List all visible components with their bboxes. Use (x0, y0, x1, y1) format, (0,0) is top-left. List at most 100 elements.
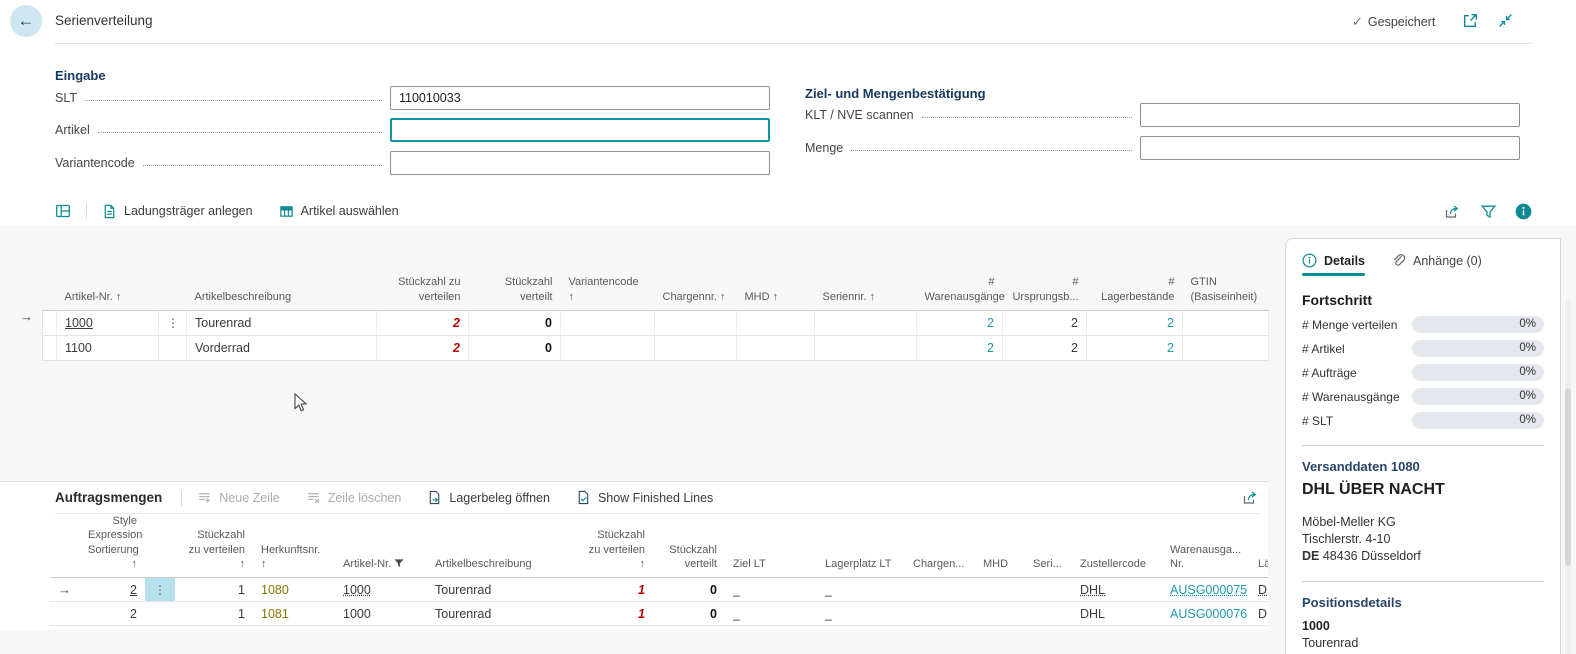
positionsdetails-heading: Positionsdetails (1302, 595, 1544, 610)
main-table-header-row: Artikel-Nr. ↑ Artikelbeschreibung Stückz… (43, 234, 1269, 311)
col-seriennr[interactable]: Seriennr. ↑ (815, 234, 917, 311)
zeile-loeschen-button[interactable]: Zeile löschen (306, 490, 402, 505)
dotted-leader (98, 132, 382, 133)
row-menu-icon[interactable]: ⋮ (167, 316, 179, 330)
table-row[interactable]: 1000 ⋮ Tourenrad 2 0 2 2 2 (43, 311, 1269, 336)
variantencode-input[interactable] (390, 151, 770, 175)
col-stueckzahl-zu-verteilen[interactable]: Stückzahl zu verteilen (377, 234, 469, 311)
warenausgang-nr-link[interactable]: AUSG000075 (1170, 583, 1247, 597)
slt-label: SLT (55, 91, 77, 105)
warenausgaenge-link[interactable]: 2 (987, 341, 994, 355)
verteilt-value: 0 (710, 607, 717, 621)
dotted-leader (922, 117, 1132, 118)
open-in-new-window-icon[interactable] (1462, 12, 1479, 29)
progress-bar: 0% (1412, 412, 1544, 429)
progress-list: # Menge verteilen 0% # Artikel 0% # Auft… (1302, 316, 1544, 429)
col-mhd[interactable]: MHD (975, 514, 1025, 578)
back-button[interactable]: ← (10, 5, 42, 37)
col-stueckzahl-zu-verteilen[interactable]: Stückzahl zu verteilen ↑ (577, 514, 653, 578)
col-chargen[interactable]: Chargen... (905, 514, 975, 578)
row-delete-icon (306, 490, 321, 505)
col-mhd[interactable]: MHD ↑ (737, 234, 815, 311)
filter-icon[interactable] (1480, 203, 1497, 220)
open-document-icon (427, 490, 442, 505)
artikel-label: Artikel (55, 123, 90, 137)
col-style-expression-sortierung[interactable]: Style Expression Sortierung ↑ (80, 514, 145, 578)
col-lagerplatz-lt[interactable]: Lagerplatz LT (817, 514, 905, 578)
col-stueckzahl-verteilt[interactable]: Stückzahl verteilt (469, 234, 561, 311)
mouse-cursor (294, 393, 308, 413)
variantencode-label: Variantencode (55, 156, 135, 170)
board-layout-icon[interactable] (55, 203, 71, 219)
col-gtin[interactable]: GTIN (Basiseinheit) (1183, 234, 1269, 311)
col-stueckzahl-verteilt[interactable]: Stückzahl verteilt (653, 514, 725, 578)
artikel-input[interactable] (390, 118, 770, 142)
row-menu-icon[interactable]: ⋮ (154, 583, 166, 597)
sortierung-value[interactable]: 2 (130, 583, 137, 597)
divider (181, 490, 182, 506)
auftragsmengen-title: Auftragsmengen (55, 490, 162, 505)
collapse-icon[interactable] (1497, 12, 1514, 29)
col-artikel-nr[interactable]: Artikel-Nr. (335, 514, 427, 578)
col-artikelbeschreibung[interactable]: Artikelbeschreibung (427, 514, 577, 578)
info-icon[interactable] (1515, 203, 1532, 220)
col-seri[interactable]: Seri... (1025, 514, 1072, 578)
col-warenausgang-nr[interactable]: Warenausga... Nr. (1162, 514, 1250, 578)
klt-nve-input[interactable] (1140, 103, 1520, 127)
col-chargennr[interactable]: Chargennr. ↑ (655, 234, 737, 311)
col-herkunftsnr[interactable]: Herkunftsnr. ↑ (253, 514, 335, 578)
slt-input[interactable] (390, 86, 770, 110)
tab-details[interactable]: Details (1302, 253, 1365, 276)
col-artikel-nr[interactable]: Artikel-Nr. ↑ (57, 234, 159, 311)
section-heading-eingabe: Eingabe (55, 68, 106, 83)
active-row-arrow-icon: → (20, 309, 33, 324)
table-row[interactable]: → 2 ⋮ 1 1080 1000 Tourenrad 1 0 _ _ DHL … (50, 578, 1268, 602)
info-outline-icon (1302, 253, 1317, 268)
progress-bar: 0% (1412, 364, 1544, 381)
warenausgang-nr-link[interactable]: AUSG000076 (1170, 607, 1247, 621)
col-ziel-lt[interactable]: Ziel LT (725, 514, 817, 578)
address-line: Tischlerstr. 4-10 (1302, 531, 1544, 548)
warenausgaenge-link[interactable]: 2 (987, 316, 994, 330)
laendercode-link[interactable]: DE (1258, 583, 1268, 597)
share-icon[interactable] (1444, 203, 1462, 220)
zustellercode-link[interactable]: DHL (1080, 583, 1105, 597)
dotted-leader (851, 150, 1132, 151)
divider (1302, 581, 1544, 582)
artikel-nr-link[interactable]: 1000 (343, 583, 371, 597)
col-stueckzahl-zu-verteilen-links[interactable]: Stückzahl zu verteilen ↑ (175, 514, 253, 578)
carrier-name: DHL ÜBER NACHT (1302, 481, 1544, 499)
share-icon[interactable] (1242, 489, 1260, 506)
progress-label: # SLT (1302, 414, 1333, 428)
menge-input[interactable] (1140, 136, 1520, 160)
menge-label: Menge (805, 141, 843, 155)
lagerbestaende-link[interactable]: 2 (1167, 316, 1174, 330)
sortierung-value: 2 (80, 602, 145, 626)
back-arrow-icon: ← (18, 11, 35, 31)
show-finished-lines-button[interactable]: Show Finished Lines (576, 490, 713, 505)
artikel-nr-cell[interactable]: 1100 (57, 336, 159, 361)
page-title: Serienverteilung (55, 13, 153, 28)
artikel-nr-link[interactable]: 1000 (65, 316, 93, 330)
tab-anhaenge[interactable]: Anhänge (0) (1391, 253, 1482, 276)
table-row[interactable]: 2 1 1081 1000 Tourenrad 1 0 _ _ DHL AUSG… (50, 602, 1268, 626)
col-artikelbeschreibung[interactable]: Artikelbeschreibung (187, 234, 377, 311)
lagerbestaende-link[interactable]: 2 (1167, 341, 1174, 355)
scrollbar-thumb[interactable] (1565, 388, 1571, 566)
lagerbeleg-oeffnen-button[interactable]: Lagerbeleg öffnen (427, 490, 550, 505)
col-variantencode[interactable]: Variantencode ↑ (561, 234, 655, 311)
table-row[interactable]: 1100 Vorderrad 2 0 2 2 2 (43, 336, 1269, 361)
artikel-auswaehlen-button[interactable]: Artikel auswählen (279, 204, 399, 219)
col-zustellercode[interactable]: Zustellercode (1072, 514, 1162, 578)
col-warenausgaenge[interactable]: # Warenausgänge (917, 234, 1003, 311)
row-add-icon (197, 490, 212, 505)
ladungstraeger-anlegen-button[interactable]: Ladungsträger anlegen (102, 204, 253, 219)
col-lagerbestaende[interactable]: # Lagerbestände (1087, 234, 1183, 311)
neue-zeile-button[interactable]: Neue Zeile (197, 490, 279, 505)
col-laendercode[interactable]: Lä... (1250, 514, 1268, 578)
col-ursprungsbelege[interactable]: # Ursprungsb... (1003, 234, 1087, 311)
progress-bar: 0% (1412, 340, 1544, 357)
artikel-nr-cell[interactable]: 1000 (335, 602, 427, 626)
finished-lines-icon (576, 490, 591, 505)
field-row-menge: Menge (805, 136, 1520, 160)
